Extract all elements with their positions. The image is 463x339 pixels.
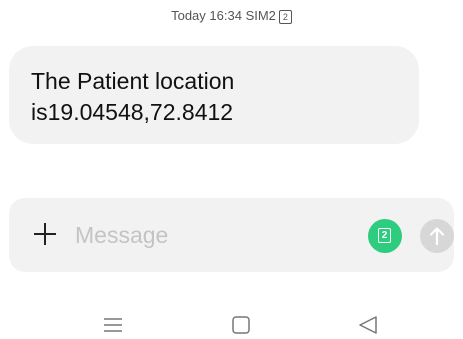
received-message-bubble[interactable]: The Patient location is19.04548,72.8412 (9, 46, 419, 144)
menu-icon[interactable] (101, 313, 125, 337)
timestamp: Today 16:34 (171, 8, 242, 23)
send-button[interactable] (420, 219, 454, 253)
sim-label: SIM2 (245, 8, 276, 23)
messaging-screen: Today 16:34 SIM2 2 The Patient location i… (0, 0, 463, 339)
home-icon[interactable] (229, 313, 253, 337)
message-composer: Message 2 (9, 198, 454, 272)
sim-icon: 2 (278, 10, 292, 24)
system-navigation-bar (0, 305, 463, 339)
arrow-up-icon (429, 227, 445, 246)
sim-select-button[interactable]: 2 (368, 219, 402, 253)
back-icon[interactable] (356, 313, 380, 337)
message-line-2: is19.04548,72.8412 (31, 99, 234, 125)
message-timestamp-header: Today 16:34 SIM2 2 (0, 8, 463, 24)
plus-icon[interactable] (34, 223, 56, 245)
message-line-1: The Patient location (31, 68, 235, 94)
message-input[interactable]: Message (75, 222, 168, 249)
sim2-icon: 2 (378, 228, 391, 243)
